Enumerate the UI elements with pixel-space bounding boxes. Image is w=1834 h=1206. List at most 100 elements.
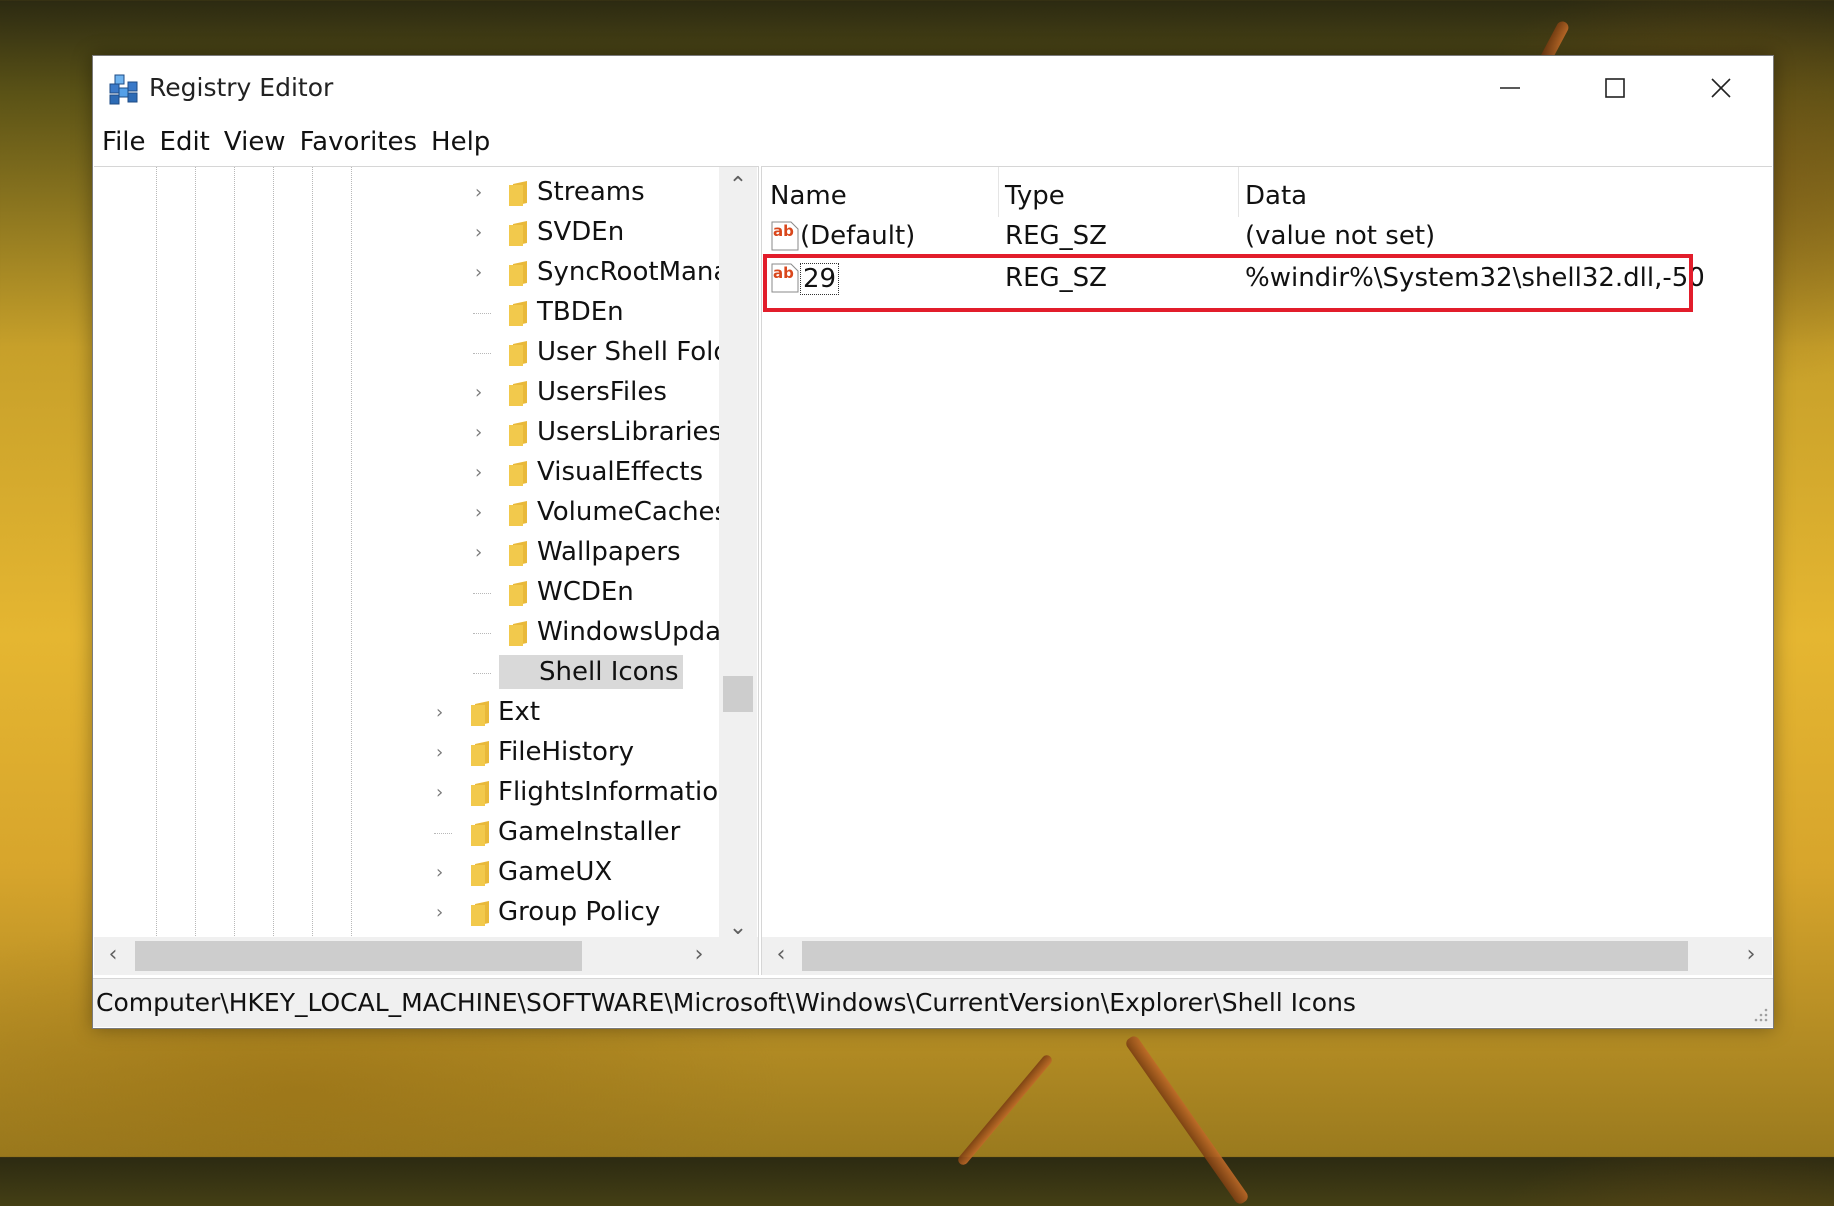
column-header-name[interactable]: Name — [770, 181, 847, 211]
tree-item[interactable]: › UsersLibraries — [94, 413, 719, 453]
registry-key-tree[interactable]: › Streams › SVDEn › SyncRootManager TBDEn User … — [94, 166, 759, 975]
value-row[interactable]: ab (Default) REG_SZ (value not set) — [762, 217, 1772, 257]
scroll-right-icon[interactable]: › — [684, 944, 714, 966]
folder-icon — [509, 381, 527, 406]
tree-item[interactable]: › UsersFiles — [94, 373, 719, 413]
registry-values-list[interactable]: Name Type Data ab (Default) REG_SZ (valu… — [761, 166, 1772, 975]
folder-icon — [509, 261, 527, 286]
expand-chevron-icon[interactable]: › — [475, 464, 491, 482]
expand-chevron-icon[interactable]: › — [475, 544, 491, 562]
tree-item[interactable]: › VolumeCaches — [94, 493, 719, 533]
expand-chevron-icon[interactable]: › — [436, 904, 452, 922]
expand-chevron-icon[interactable]: › — [436, 784, 452, 802]
menu-favorites[interactable]: Favorites — [293, 127, 424, 157]
menu-help[interactable]: Help — [424, 127, 497, 157]
scroll-left-icon[interactable]: ‹ — [766, 944, 796, 966]
title-bar[interactable]: Registry Editor — [93, 56, 1773, 120]
folder-icon — [509, 181, 527, 206]
tree-view[interactable]: › Streams › SVDEn › SyncRootManager TBDEn User … — [94, 167, 719, 946]
tree-item-label: Wallpapers — [537, 537, 681, 567]
tree-item[interactable]: › Group Policy — [94, 893, 719, 933]
tree-vertical-scroll-thumb[interactable] — [723, 676, 753, 712]
tree-item-label: SyncRootManager — [537, 257, 719, 287]
folder-icon — [471, 901, 489, 926]
tree-item[interactable]: › Ext — [94, 693, 719, 733]
expand-chevron-icon[interactable]: › — [475, 184, 491, 202]
menu-view[interactable]: View — [217, 127, 293, 157]
expand-chevron-icon[interactable]: › — [475, 224, 491, 242]
window-title: Registry Editor — [149, 73, 334, 102]
expand-chevron-icon[interactable]: › — [436, 864, 452, 882]
tree-item[interactable]: TBDEn — [94, 293, 719, 333]
expand-chevron-icon[interactable]: › — [475, 384, 491, 402]
tree-item-label: UsersLibraries — [537, 417, 719, 447]
tree-connector-line — [473, 313, 491, 314]
tree-connector-line — [434, 833, 452, 834]
expand-chevron-icon[interactable]: › — [436, 744, 452, 762]
svg-text:ab: ab — [773, 222, 794, 240]
tree-item[interactable]: WCDEn — [94, 573, 719, 613]
tree-item-label: WCDEn — [537, 577, 634, 607]
list-horizontal-scrollbar[interactable]: ‹ › — [762, 937, 1772, 975]
scroll-up-icon[interactable]: ⌃ — [723, 175, 753, 197]
tree-vertical-scrollbar[interactable]: ⌃ ⌄ — [719, 167, 757, 946]
expand-chevron-icon[interactable]: › — [475, 424, 491, 442]
folder-icon — [509, 621, 527, 646]
expand-chevron-icon[interactable]: › — [436, 704, 452, 722]
resize-grip-icon[interactable] — [1751, 1005, 1769, 1023]
folder-icon — [509, 461, 527, 486]
menu-edit[interactable]: Edit — [153, 127, 217, 157]
scroll-down-icon[interactable]: ⌄ — [723, 917, 753, 939]
column-header-type[interactable]: Type — [1005, 181, 1065, 211]
tree-item[interactable]: › GameUX — [94, 853, 719, 893]
annotation-highlight-box — [763, 254, 1693, 312]
expand-chevron-icon[interactable]: › — [475, 264, 491, 282]
tree-item[interactable]: WindowsUpdate — [94, 613, 719, 653]
tree-item[interactable]: › VisualEffects — [94, 453, 719, 493]
scroll-left-icon[interactable]: ‹ — [98, 944, 128, 966]
column-separator[interactable] — [998, 167, 999, 217]
tree-horizontal-scroll-thumb[interactable] — [135, 941, 582, 971]
menu-file[interactable]: File — [95, 127, 153, 157]
tree-item-label: SVDEn — [537, 217, 625, 247]
scroll-right-icon[interactable]: › — [1736, 944, 1766, 966]
tree-horizontal-scrollbar[interactable]: ‹ › — [94, 937, 758, 975]
tree-item-label: VisualEffects — [537, 457, 703, 487]
tree-item-label: FileHistory — [498, 737, 635, 767]
maximize-icon — [1604, 78, 1625, 98]
tree-item[interactable]: › FlightsInformation — [94, 773, 719, 813]
tree-item[interactable]: › SyncRootManager — [94, 253, 719, 293]
column-separator[interactable] — [1238, 167, 1239, 217]
list-horizontal-scroll-thumb[interactable] — [802, 941, 1688, 971]
close-icon — [1710, 78, 1731, 98]
maximize-button[interactable] — [1562, 56, 1667, 120]
tree-item[interactable]: Shell Icons — [94, 653, 719, 693]
tree-connector-line — [473, 353, 491, 354]
folder-icon — [471, 741, 489, 766]
background-stalk — [1123, 1034, 1251, 1206]
tree-item[interactable]: › FileHistory — [94, 733, 719, 773]
expand-chevron-icon[interactable]: › — [475, 504, 491, 522]
menu-bar: File Edit View Favorites Help — [93, 120, 1773, 164]
tree-item[interactable]: › Wallpapers — [94, 533, 719, 573]
tree-item-label: UsersFiles — [537, 377, 667, 407]
address-path[interactable]: Computer\HKEY_LOCAL_MACHINE\SOFTWARE\Mic… — [96, 988, 1356, 1017]
tree-connector-line — [473, 593, 491, 594]
tree-item-label: GameInstaller — [498, 817, 681, 847]
column-header-data[interactable]: Data — [1245, 181, 1307, 211]
background-stalk — [956, 1053, 1054, 1167]
tree-item[interactable]: GameInstaller — [94, 813, 719, 853]
folder-icon — [471, 781, 489, 806]
folder-icon — [509, 541, 527, 566]
minimize-button[interactable] — [1457, 56, 1562, 120]
tree-item[interactable]: › SVDEn — [94, 213, 719, 253]
tree-item-label: Streams — [537, 177, 645, 207]
folder-icon — [471, 861, 489, 886]
registry-editor-window: Registry Editor File Edit View Favorites… — [92, 55, 1774, 1029]
tree-item[interactable]: › Streams — [94, 173, 719, 213]
folder-icon — [509, 301, 527, 326]
reg-sz-icon: ab — [771, 221, 799, 251]
close-button[interactable] — [1668, 56, 1773, 120]
tree-item[interactable]: User Shell Folders — [94, 333, 719, 373]
tree-item-label: WindowsUpdate — [537, 617, 719, 647]
